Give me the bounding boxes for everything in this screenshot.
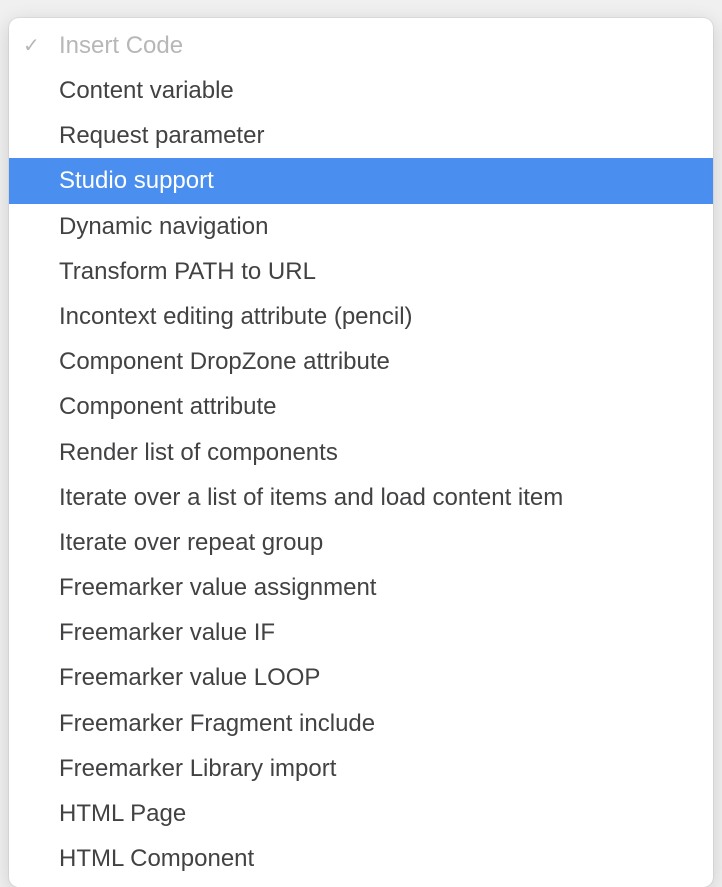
menu-item[interactable]: Render list of components: [9, 430, 713, 475]
menu-items-container: Content variable Request parameter Studio …: [9, 68, 713, 881]
checkmark-icon: ✓: [23, 31, 59, 61]
menu-item-label: Content variable: [59, 72, 234, 109]
menu-item[interactable]: HTML Page: [9, 791, 713, 836]
menu-item-label: Dynamic navigation: [59, 208, 268, 245]
menu-item-label: HTML Component: [59, 840, 254, 877]
menu-item[interactable]: Freemarker Library import: [9, 746, 713, 791]
menu-item-label: Iterate over a list of items and load co…: [59, 479, 563, 516]
menu-item[interactable]: Freemarker value LOOP: [9, 655, 713, 700]
menu-item[interactable]: Dynamic navigation: [9, 204, 713, 249]
menu-item-label: Freemarker Library import: [59, 750, 336, 787]
menu-item-label: Request parameter: [59, 117, 264, 154]
menu-item-label: Freemarker Fragment include: [59, 705, 375, 742]
menu-item[interactable]: Iterate over a list of items and load co…: [9, 475, 713, 520]
menu-item[interactable]: Freemarker Fragment include: [9, 701, 713, 746]
menu-item[interactable]: Transform PATH to URL: [9, 249, 713, 294]
menu-item[interactable]: Incontext editing attribute (pencil): [9, 294, 713, 339]
menu-item-label: Freemarker value LOOP: [59, 659, 320, 696]
menu-item-label: Component DropZone attribute: [59, 343, 390, 380]
menu-item[interactable]: Iterate over repeat group: [9, 520, 713, 565]
menu-header: ✓ Insert Code: [9, 24, 713, 68]
menu-item-label: Studio support: [59, 162, 214, 199]
menu-item[interactable]: Component attribute: [9, 384, 713, 429]
menu-item[interactable]: Request parameter: [9, 113, 713, 158]
menu-item[interactable]: Component DropZone attribute: [9, 339, 713, 384]
menu-item-label: Iterate over repeat group: [59, 524, 323, 561]
menu-item[interactable]: Studio support: [9, 158, 713, 203]
menu-item-label: Incontext editing attribute (pencil): [59, 298, 413, 335]
menu-item[interactable]: Content variable: [9, 68, 713, 113]
menu-item[interactable]: Freemarker value assignment: [9, 565, 713, 610]
menu-item-label: HTML Page: [59, 795, 186, 832]
menu-item-label: Component attribute: [59, 388, 276, 425]
menu-item-label: Render list of components: [59, 434, 338, 471]
menu-item-label: Freemarker value assignment: [59, 569, 376, 606]
menu-header-label: Insert Code: [59, 28, 183, 64]
menu-item-label: Freemarker value IF: [59, 614, 275, 651]
menu-item[interactable]: HTML Component: [9, 836, 713, 881]
insert-code-dropdown: ✓ Insert Code Content variable Request pa…: [9, 18, 713, 887]
menu-item[interactable]: Freemarker value IF: [9, 610, 713, 655]
menu-item-label: Transform PATH to URL: [59, 253, 316, 290]
